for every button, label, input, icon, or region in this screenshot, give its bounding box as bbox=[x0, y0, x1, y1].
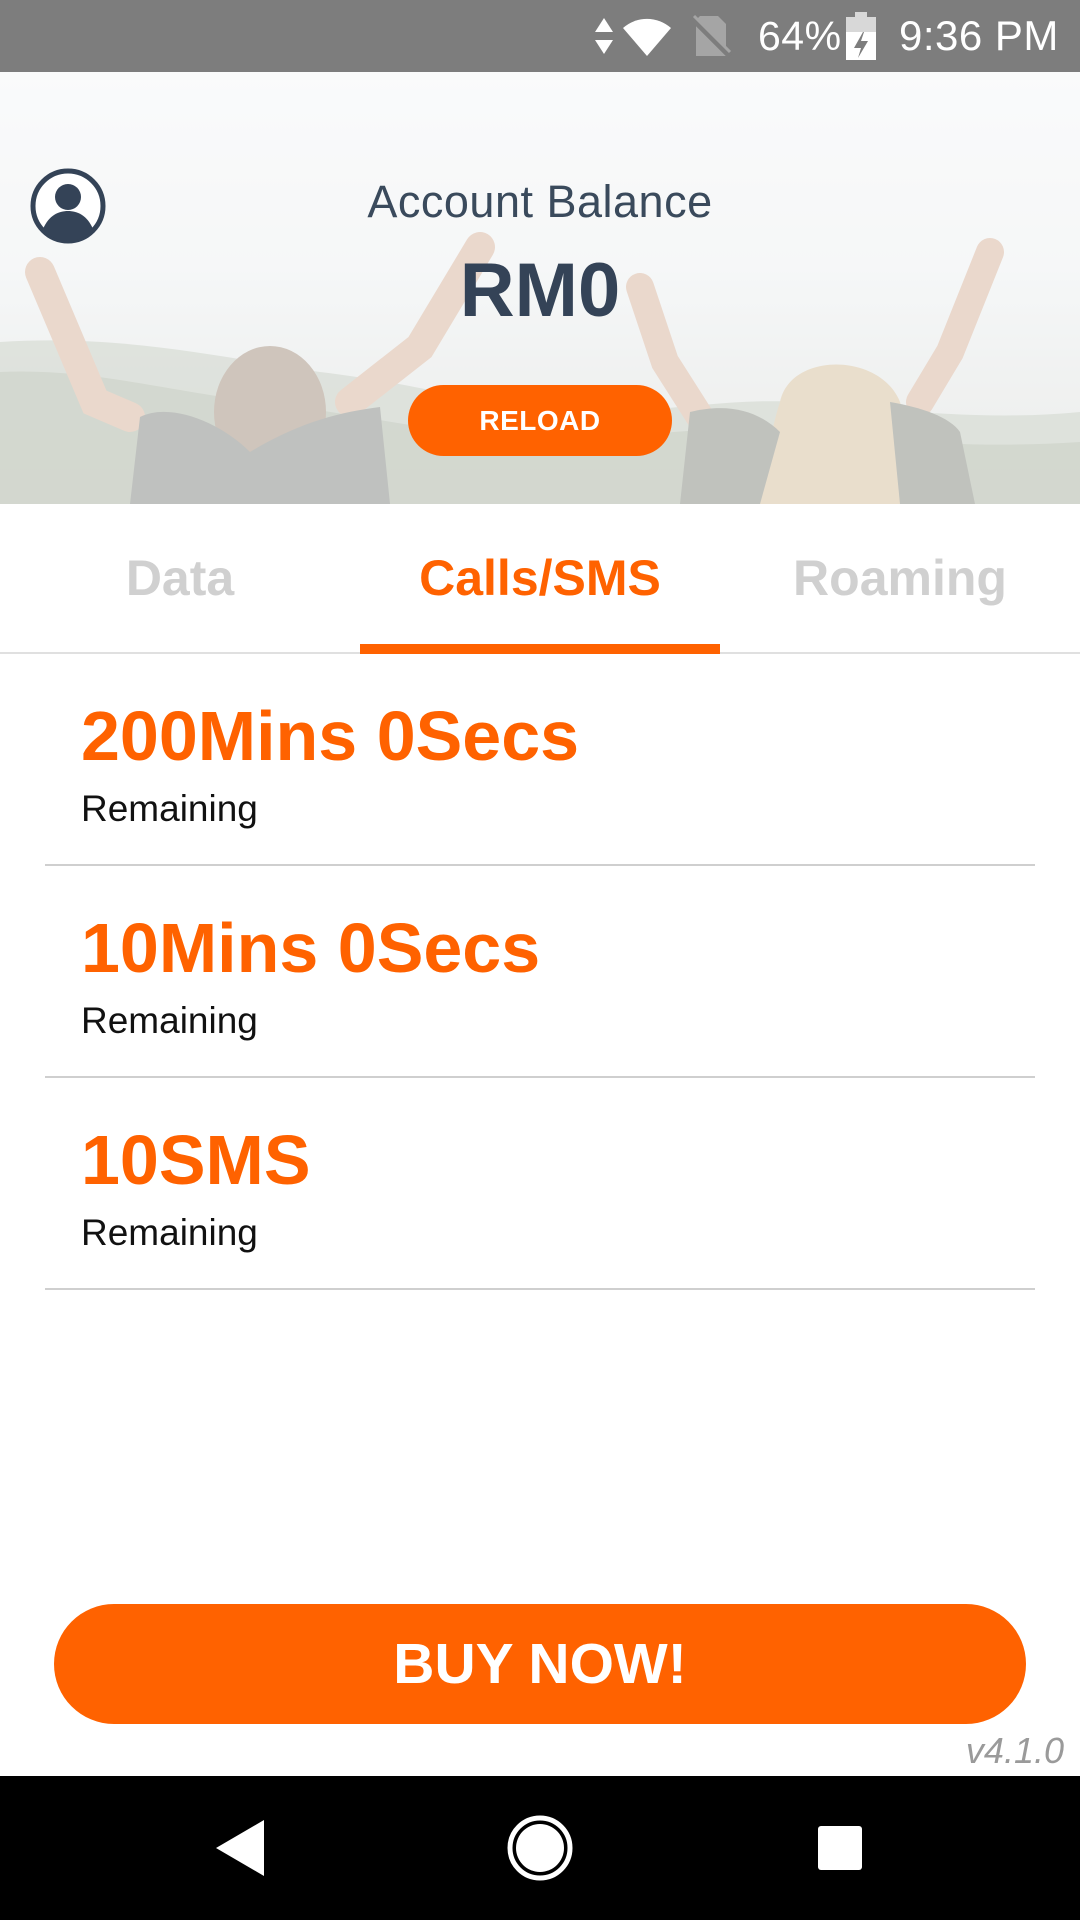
balance-remaining-label: Remaining bbox=[81, 1000, 258, 1041]
list-item: 200Mins 0Secs Remaining bbox=[45, 654, 1035, 866]
recents-icon[interactable] bbox=[790, 1776, 890, 1920]
usage-tabs: Data Calls/SMS Roaming bbox=[0, 504, 1080, 654]
balance-amount: 10SMS bbox=[81, 1121, 311, 1199]
account-header: Account Balance RM0 RELOAD bbox=[0, 72, 1080, 504]
account-balance-label: Account Balance bbox=[367, 176, 713, 227]
home-icon[interactable] bbox=[490, 1776, 590, 1920]
tab-roaming[interactable]: Roaming bbox=[720, 504, 1080, 652]
tab-calls-sms[interactable]: Calls/SMS bbox=[360, 504, 720, 652]
balance-amount: 10Mins 0Secs bbox=[81, 909, 541, 987]
reload-button[interactable]: RELOAD bbox=[408, 385, 672, 456]
tab-data[interactable]: Data bbox=[0, 504, 360, 652]
battery-percent: 64% bbox=[758, 12, 842, 59]
balance-amount: 200Mins 0Secs bbox=[81, 697, 580, 775]
battery-charging-icon bbox=[846, 0, 876, 72]
back-icon[interactable] bbox=[190, 1776, 290, 1920]
status-time: 9:36 PM bbox=[899, 12, 1059, 59]
list-item: 10SMS Remaining bbox=[45, 1078, 1035, 1290]
list-item: 10Mins 0Secs Remaining bbox=[45, 866, 1035, 1078]
buy-now-button[interactable]: BUY NOW! bbox=[54, 1604, 1026, 1724]
balance-remaining-label: Remaining bbox=[81, 1212, 258, 1253]
account-balance-value: RM0 bbox=[459, 248, 621, 333]
data-arrows-icon bbox=[593, 0, 615, 72]
no-sim-icon bbox=[690, 0, 732, 72]
selected-tab-indicator bbox=[360, 644, 720, 654]
status-bar: 64% 9:36 PM bbox=[0, 0, 1080, 72]
calls-sms-balance-list: 200Mins 0Secs Remaining 10Mins 0Secs Rem… bbox=[45, 654, 1035, 1290]
balance-remaining-label: Remaining bbox=[81, 788, 258, 829]
system-navigation-bar bbox=[0, 1776, 1080, 1920]
app-version: v4.1.0 bbox=[965, 1730, 1064, 1771]
wifi-icon bbox=[621, 0, 673, 72]
